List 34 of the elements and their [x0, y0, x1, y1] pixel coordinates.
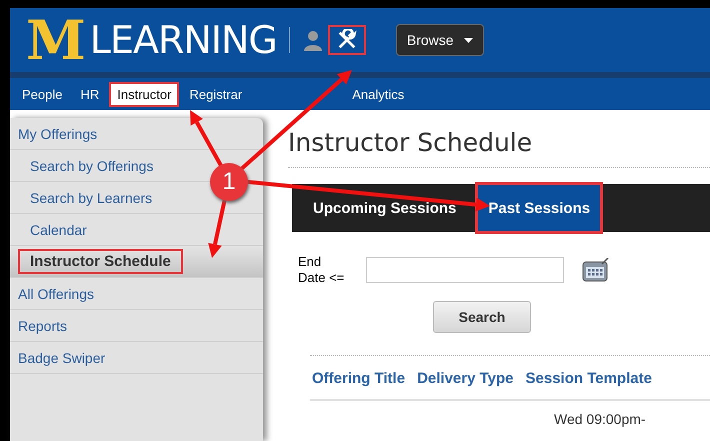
- field-label: End Date <=: [298, 254, 346, 286]
- tab[interactable]: Upcoming Sessions: [300, 196, 470, 220]
- sidebar-item-label: All Offerings: [17, 284, 95, 304]
- sidebar-item-label: Search by Offerings: [29, 156, 154, 176]
- nav-item[interactable]: Analytics: [344, 82, 412, 106]
- logo-wordmark: LEARNING: [90, 21, 277, 59]
- sidebar-item-label: Calendar: [29, 220, 88, 240]
- column-header[interactable]: Session Template: [526, 370, 652, 388]
- person-icon[interactable]: [304, 29, 322, 51]
- column-header[interactable]: Offering Title: [312, 370, 406, 388]
- sidebar-item-label: Search by Learners: [29, 188, 154, 208]
- page-title: Instructor Schedule: [288, 128, 710, 168]
- tools-button[interactable]: [328, 25, 366, 55]
- nav-item[interactable]: HR: [72, 82, 108, 106]
- caret-icon: [464, 38, 473, 42]
- column-header[interactable]: Delivery Type: [417, 370, 514, 388]
- search-button[interactable]: Search: [433, 301, 531, 334]
- sidebar-item-label: Reports: [17, 316, 68, 336]
- tab[interactable]: Past Sessions: [475, 182, 604, 234]
- sidebar-item[interactable]: Instructor Schedule: [10, 246, 263, 278]
- browse-dropdown[interactable]: Browse: [396, 24, 484, 56]
- sidebar-item[interactable]: Badge Swiper: [10, 342, 263, 374]
- nav-item[interactable]: People: [14, 82, 70, 106]
- nav-item[interactable]: Registrar: [181, 82, 250, 106]
- table-cell: Wed 09:00pm-: [554, 411, 646, 428]
- nav-item[interactable]: Instructor: [109, 82, 180, 106]
- sidebar-item-label: Badge Swiper: [17, 348, 106, 368]
- sidebar-item-label: My Offerings: [17, 124, 98, 144]
- logo-letter: M: [26, 13, 84, 67]
- calendar-icon[interactable]: [582, 258, 610, 282]
- end-date-field[interactable]: [366, 256, 564, 283]
- sidebar-item-label: Instructor Schedule: [18, 249, 183, 274]
- sidebar-item[interactable]: Reports: [10, 310, 263, 342]
- sidebar-item[interactable]: All Offerings: [10, 278, 263, 310]
